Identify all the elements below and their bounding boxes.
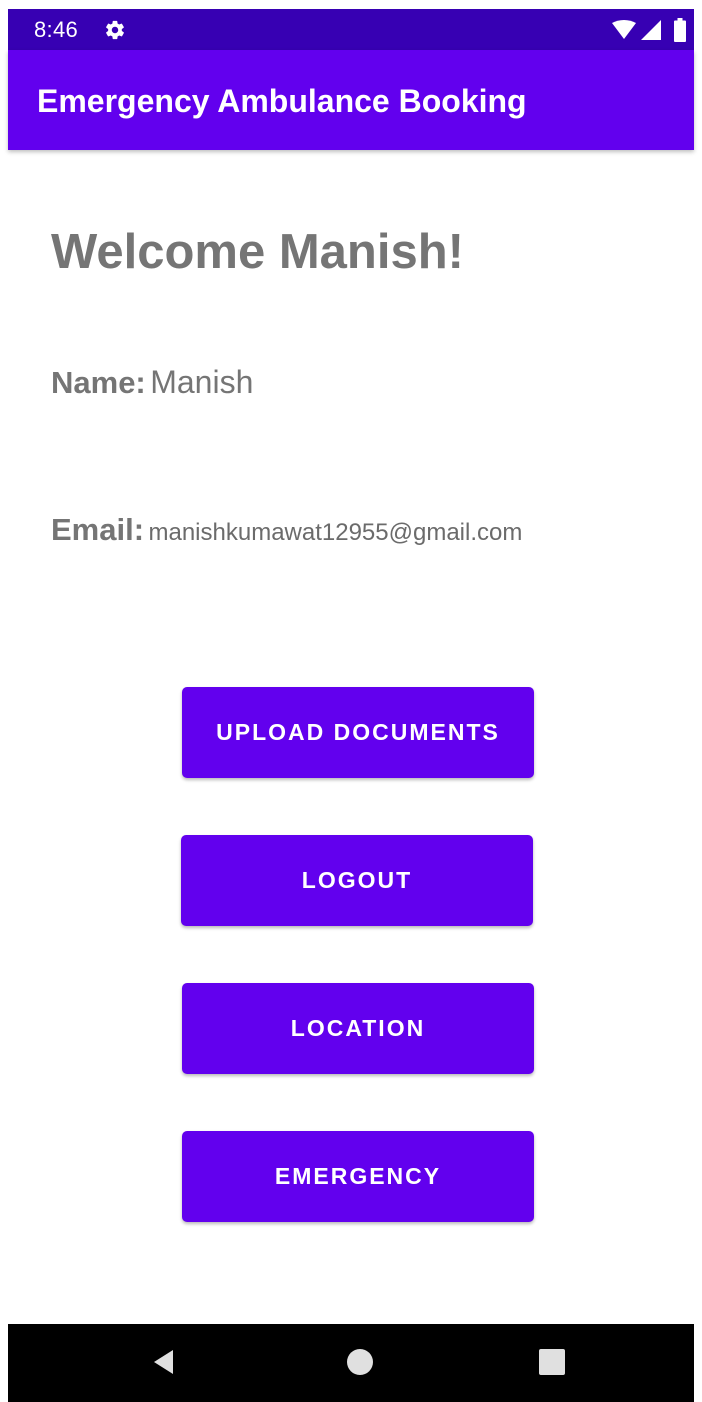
wifi-icon (612, 20, 636, 39)
back-icon[interactable] (148, 1346, 180, 1378)
name-row: Name: Manish (51, 364, 253, 401)
name-value: Manish (150, 364, 254, 400)
emergency-button[interactable]: EMERGENCY (182, 1131, 534, 1222)
home-icon[interactable] (344, 1346, 376, 1378)
navigation-bar (8, 1324, 694, 1402)
upload-documents-button[interactable]: UPLOAD DOCUMENTS (182, 687, 534, 778)
battery-icon (674, 18, 686, 42)
welcome-heading: Welcome Manish! (51, 225, 464, 279)
email-row: Email: manishkumawat12955@gmail.com (51, 512, 522, 548)
status-time: 8:46 (34, 17, 79, 42)
name-label: Name: (51, 365, 146, 400)
status-bar: 8:46 (8, 9, 694, 50)
email-label: Email: (51, 512, 145, 547)
app-title: Emergency Ambulance Booking (37, 83, 527, 119)
location-button[interactable]: LOCATION (182, 983, 534, 1074)
recents-icon[interactable] (536, 1346, 568, 1378)
email-value: manishkumawat12955@gmail.com (148, 519, 523, 546)
cell-signal-icon (641, 20, 661, 40)
app-screen: 8:46 Emergency Ambulance Booking Welcome… (0, 0, 702, 1402)
settings-gear-icon (106, 20, 124, 40)
logout-button[interactable]: LOGOUT (181, 835, 533, 926)
app-bar: Emergency Ambulance Booking (8, 50, 694, 150)
